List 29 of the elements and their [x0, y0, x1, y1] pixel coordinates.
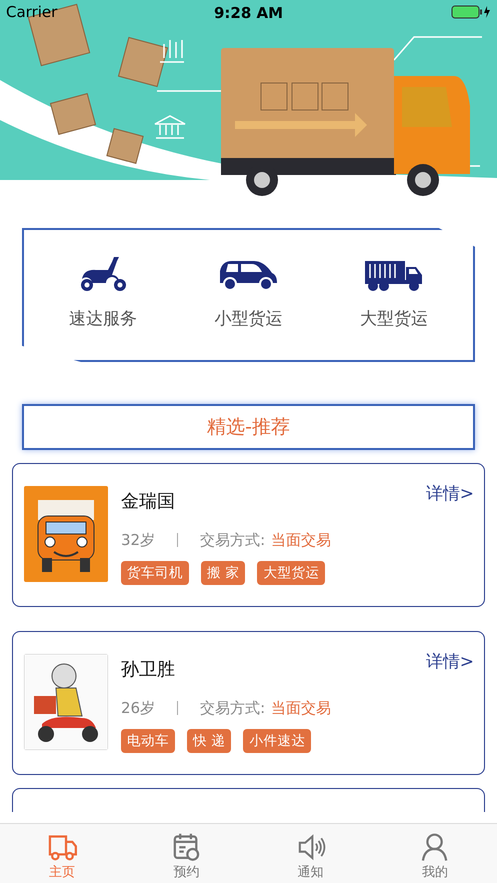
tag-chip: 小件速达	[243, 728, 312, 753]
trade-value: 当面交易	[271, 530, 332, 551]
status-time: 9:28 AM	[214, 3, 284, 24]
driver-card[interactable]: 金瑞国 32岁 交易方式: 当面交易 货车司机 搬 家 大型货运 详情>	[12, 463, 485, 607]
tag-chip: 货车司机	[121, 560, 189, 585]
detail-link[interactable]: 详情>	[426, 482, 474, 508]
service-label[interactable]: 大型货运	[360, 307, 428, 333]
tag-chip: 电动车	[121, 728, 175, 753]
trade-label: 交易方式:	[200, 698, 266, 719]
tag-chip: 大型货运	[257, 560, 326, 585]
detail-link[interactable]: 详情>	[426, 650, 474, 676]
tab-item[interactable]: 预约	[141, 824, 232, 883]
trade-value: 当面交易	[271, 698, 332, 719]
driver-age: 32岁	[121, 530, 156, 551]
service-label[interactable]: 小型货运	[214, 307, 282, 333]
driver-name: 金瑞国	[121, 490, 176, 514]
tab-item[interactable]: 通知	[266, 824, 356, 883]
battery-icon	[451, 5, 491, 19]
driver-card[interactable]	[12, 788, 485, 812]
driver-name: 孙卫胜	[121, 658, 176, 682]
service-label[interactable]: 速达服务	[68, 307, 137, 333]
trade-label: 交易方式:	[200, 530, 266, 551]
tag-chip: 搬 家	[201, 560, 246, 585]
tag-chip: 快 递	[187, 728, 232, 753]
driver-age: 26岁	[121, 698, 156, 719]
driver-card[interactable]: 孙卫胜 26岁 交易方式: 当面交易 电动车 快 递 小件速达 详情>	[12, 631, 485, 775]
section-title: 精选-推荐	[22, 404, 475, 450]
carrier-label: Carrier	[6, 2, 58, 23]
tab-item[interactable]: 我的	[390, 824, 480, 883]
